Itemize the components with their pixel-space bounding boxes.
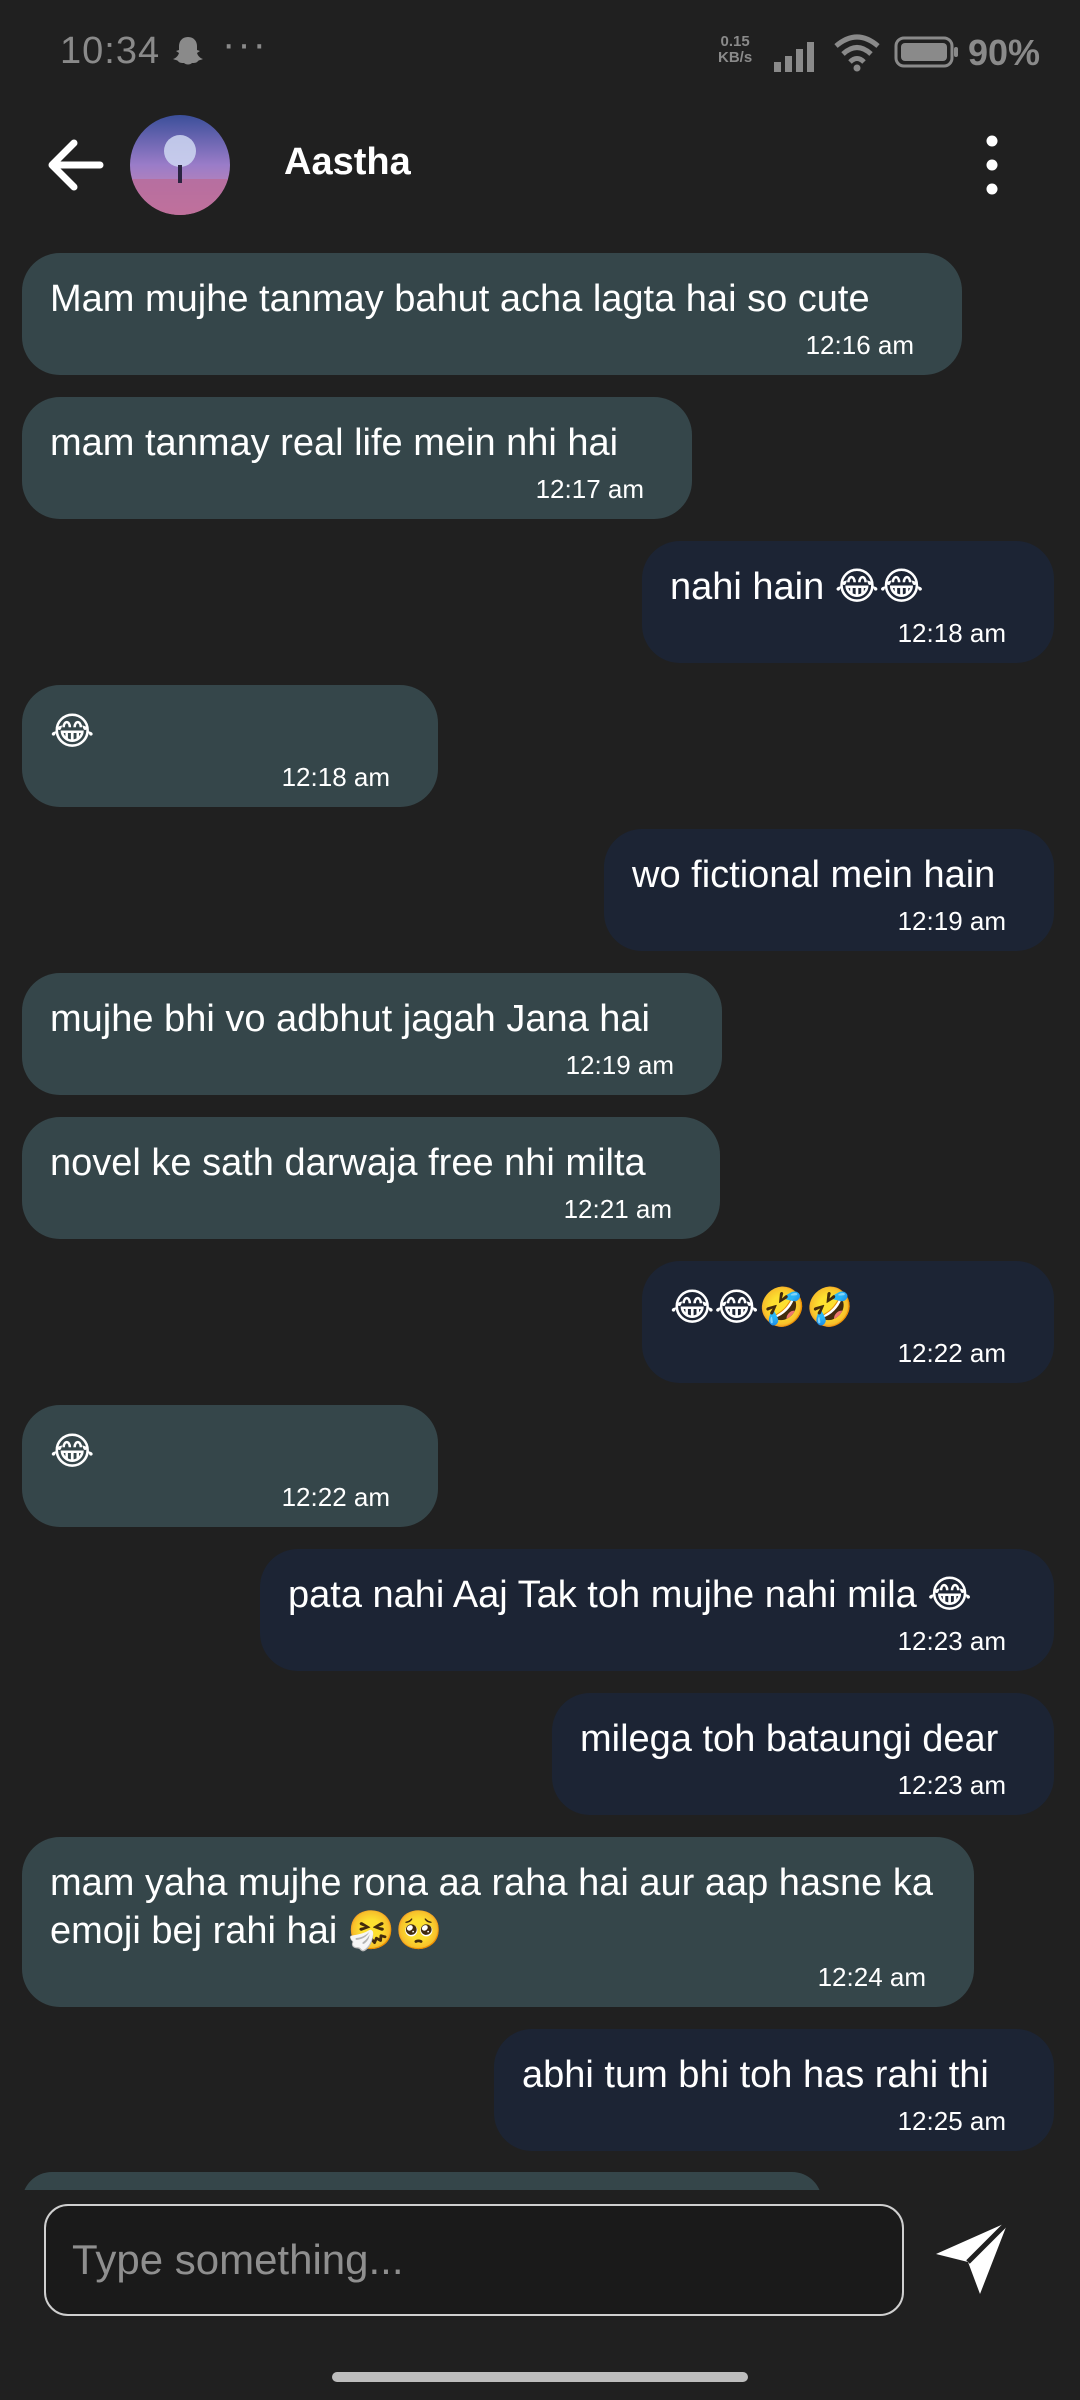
message-time: 12:22 am: [897, 1338, 1006, 1368]
message-time: 12:23 am: [897, 1770, 1006, 1800]
message-text: mujhe bhi vo adbhut jagah Jana hai: [50, 998, 651, 1040]
message-outgoing[interactable]: wo fictional mein hain 12:19 am: [604, 829, 1054, 951]
message-outgoing[interactable]: abhi tum bhi toh has rahi thi 12:25 am: [494, 2029, 1054, 2151]
network-speed: 0.15 KB/s: [718, 34, 752, 66]
home-indicator[interactable]: [332, 2372, 748, 2382]
send-icon[interactable]: [930, 2216, 1014, 2300]
network-speed-value: 0.15: [720, 33, 750, 50]
message-outgoing[interactable]: pata nahi Aaj Tak toh mujhe nahi mila 😂 …: [260, 1549, 1054, 1671]
message-text: nahi hain 😂😂: [670, 566, 924, 608]
message-incoming[interactable]: novel ke sath darwaja free nhi milta 12:…: [22, 1117, 720, 1239]
network-speed-unit: KB/s: [718, 49, 753, 66]
message-incoming[interactable]: mam yaha mujhe rona aa raha hai aur aap …: [22, 1837, 974, 2007]
wifi-icon: [834, 34, 880, 72]
message-outgoing[interactable]: nahi hain 😂😂 12:18 am: [642, 541, 1054, 663]
message-input[interactable]: [44, 2204, 904, 2316]
message-time: 12:16 am: [805, 330, 914, 360]
more-vertical-icon[interactable]: [966, 127, 1018, 203]
message-text: mam tanmay real life mein nhi hai: [50, 422, 619, 464]
signal-icon: [774, 42, 814, 72]
status-time: 10:34: [60, 30, 161, 72]
message-time: 12:19 am: [897, 906, 1006, 936]
status-bar: 10:34 ··· 0.15 KB/s 90%: [0, 0, 1080, 105]
contact-name[interactable]: Aastha: [284, 141, 411, 184]
message-time: 12:22 am: [281, 1482, 390, 1512]
message-text: 😂😂🤣🤣: [670, 1285, 854, 1329]
message-incoming[interactable]: 😂 12:22 am: [22, 1405, 438, 1527]
battery-icon: [894, 36, 958, 68]
message-incoming[interactable]: Mam mujhe tanmay bahut acha lagta hai so…: [22, 253, 962, 375]
message-outgoing[interactable]: milega toh bataungi dear 12:23 am: [552, 1693, 1054, 1815]
message-text: Mam mujhe tanmay bahut acha lagta hai so…: [50, 278, 870, 320]
message-time: 12:17 am: [535, 474, 644, 504]
message-time: 12:25 am: [897, 2106, 1006, 2136]
message-time: 12:21 am: [563, 1194, 672, 1224]
message-text: abhi tum bhi toh has rahi thi: [522, 2054, 989, 2096]
message-incoming[interactable]: 😂 12:18 am: [22, 685, 438, 807]
message-text: pata nahi Aaj Tak toh mujhe nahi mila 😂: [288, 1574, 972, 1616]
message-text: 😂: [50, 709, 95, 753]
message-incoming-partial[interactable]: [22, 2172, 822, 2190]
avatar[interactable]: [130, 115, 230, 215]
message-incoming[interactable]: mam tanmay real life mein nhi hai 12:17 …: [22, 397, 692, 519]
chat-header: Aastha: [0, 105, 1080, 225]
message-text: wo fictional mein hain: [632, 854, 996, 896]
message-outgoing[interactable]: 😂😂🤣🤣 12:22 am: [642, 1261, 1054, 1383]
message-text: 😂: [50, 1429, 95, 1473]
message-time: 12:23 am: [897, 1626, 1006, 1656]
message-text: mam yaha mujhe rona aa raha hai aur aap …: [50, 1862, 944, 1952]
snapchat-icon: [173, 37, 203, 65]
message-time: 12:24 am: [817, 1962, 926, 1992]
message-text: milega toh bataungi dear: [580, 1718, 999, 1760]
message-incoming[interactable]: mujhe bhi vo adbhut jagah Jana hai 12:19…: [22, 973, 722, 1095]
back-arrow-icon[interactable]: [40, 129, 112, 201]
message-time: 12:18 am: [897, 618, 1006, 648]
battery-percent: 90%: [968, 32, 1041, 73]
message-time: 12:18 am: [281, 762, 390, 792]
message-list[interactable]: Mam mujhe tanmay bahut acha lagta hai so…: [0, 240, 1080, 2190]
message-time: 12:19 am: [565, 1050, 674, 1080]
message-text: novel ke sath darwaja free nhi milta: [50, 1142, 646, 1184]
status-more-dots: ···: [222, 22, 268, 66]
